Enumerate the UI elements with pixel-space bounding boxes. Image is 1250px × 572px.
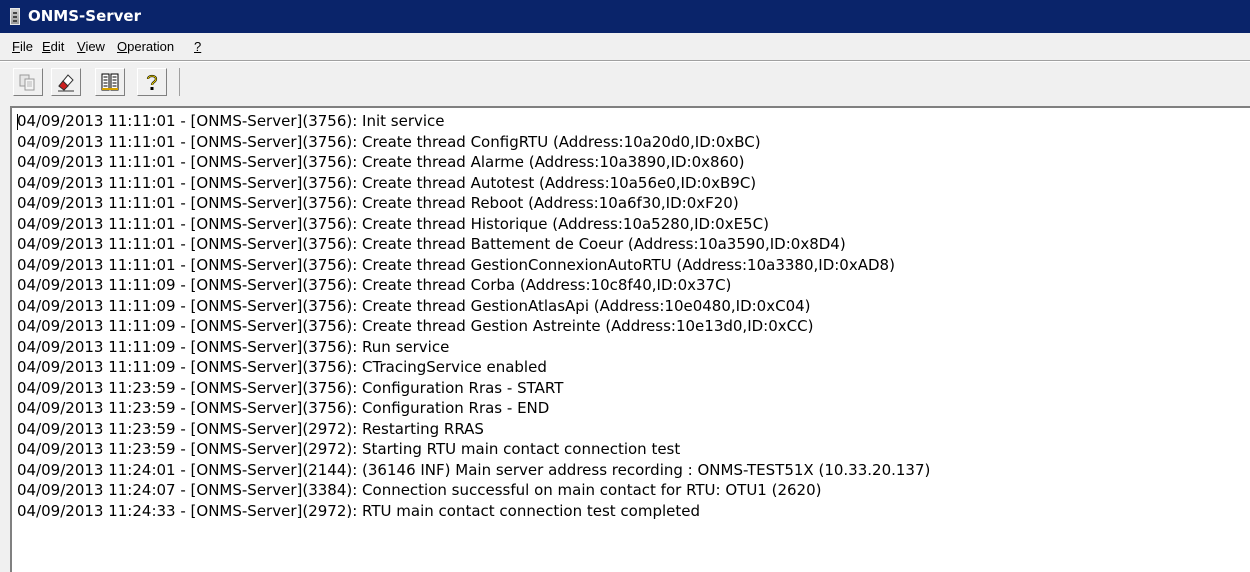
log-output-area[interactable]: 04/09/2013 11:11:01 - [ONMS-Server](3756…: [10, 106, 1250, 572]
help-button[interactable]: [137, 68, 167, 96]
log-line: 04/09/2013 11:23:59 - [ONMS-Server](2972…: [17, 440, 681, 458]
log-line: 04/09/2013 11:11:09 - [ONMS-Server](3756…: [17, 317, 814, 335]
clear-button[interactable]: [51, 68, 81, 96]
server-icon: [10, 8, 20, 25]
log-line: 04/09/2013 11:11:01 - [ONMS-Server](3756…: [17, 173, 757, 192]
eraser-icon: [58, 74, 74, 92]
help-question-icon: [146, 74, 158, 90]
menu-bar: File Edit View Operation ?: [0, 33, 1250, 60]
log-line: 04/09/2013 11:11:01 - [ONMS-Server](3756…: [17, 194, 739, 212]
menu-operation[interactable]: Operation: [117, 39, 174, 54]
list-button[interactable]: [95, 68, 125, 96]
menu-file[interactable]: File: [12, 39, 33, 54]
log-line: 04/09/2013 11:23:59 - [ONMS-Server](2972…: [17, 419, 484, 438]
toolbar-separator: [179, 68, 180, 96]
log-line: 04/09/2013 11:11:01 - [ONMS-Server](3756…: [17, 255, 895, 274]
log-line: 04/09/2013 11:11:01 - [ONMS-Server](3756…: [17, 235, 846, 253]
log-line: 04/09/2013 11:24:01 - [ONMS-Server](2144…: [17, 460, 931, 479]
title-bar[interactable]: ONMS-Server: [0, 0, 1250, 33]
list-icon: [101, 73, 119, 91]
log-line: 04/09/2013 11:11:09 - [ONMS-Server](3756…: [17, 337, 450, 356]
toolbar: [0, 62, 1250, 102]
window-title: ONMS-Server: [28, 7, 141, 25]
log-line: 04/09/2013 11:11:01 - [ONMS-Server](3756…: [17, 214, 769, 233]
log-line: 04/09/2013 11:11:09 - [ONMS-Server](3756…: [17, 276, 732, 294]
log-line: 04/09/2013 11:11:01 - [ONMS-Server](3756…: [17, 112, 445, 130]
log-lines: 04/09/2013 11:11:01 - [ONMS-Server](3756…: [17, 111, 930, 521]
log-line: 04/09/2013 11:23:59 - [ONMS-Server](3756…: [17, 399, 550, 417]
log-line: 04/09/2013 11:24:33 - [ONMS-Server](2972…: [17, 501, 700, 520]
log-line: 04/09/2013 11:11:01 - [ONMS-Server](3756…: [17, 153, 745, 171]
menu-help[interactable]: ?: [194, 39, 201, 54]
copy-icon: [19, 74, 35, 91]
log-line: 04/09/2013 11:23:59 - [ONMS-Server](3756…: [17, 378, 564, 397]
copy-button[interactable]: [13, 68, 43, 96]
menu-view[interactable]: View: [77, 39, 105, 54]
menu-edit[interactable]: Edit: [42, 39, 64, 54]
log-line: 04/09/2013 11:11:01 - [ONMS-Server](3756…: [17, 132, 761, 151]
log-line: 04/09/2013 11:24:07 - [ONMS-Server](3384…: [17, 481, 822, 499]
log-line: 04/09/2013 11:11:09 - [ONMS-Server](3756…: [17, 296, 811, 315]
application-window: ONMS-Server File Edit View Operation ? 0…: [0, 0, 1250, 572]
log-line: 04/09/2013 11:11:09 - [ONMS-Server](3756…: [17, 358, 547, 376]
